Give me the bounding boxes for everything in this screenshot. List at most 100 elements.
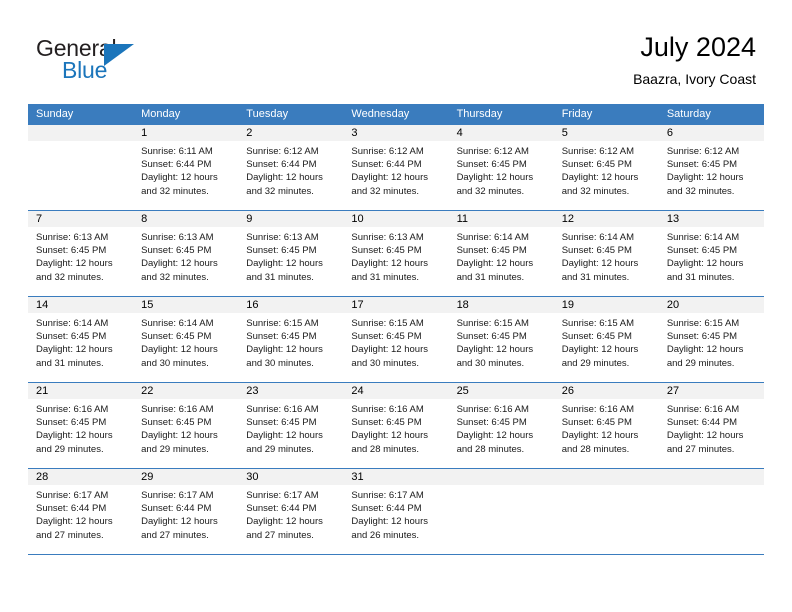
- calendar-day-cell[interactable]: 18 Sunrise: 6:15 AM Sunset: 6:45 PM Dayligh…: [448, 296, 554, 383]
- day-details: Sunrise: 6:15 AM Sunset: 6:45 PM Daylight:…: [343, 313, 448, 370]
- day-number: 27: [658, 383, 764, 399]
- day-details: Sunrise: 6:15 AM Sunset: 6:45 PM Daylight:…: [659, 313, 764, 370]
- sunrise-text: Sunrise: 6:15 AM: [666, 318, 740, 329]
- daylight-text-line1: Daylight: 12 hours: [351, 430, 428, 442]
- calendar-day-cell[interactable]: 20 Sunrise: 6:15 AM Sunset: 6:45 PM Dayligh…: [658, 296, 764, 383]
- calendar-day-cell[interactable]: 15 Sunrise: 6:14 AM Sunset: 6:45 PM Dayligh…: [133, 296, 239, 383]
- day-number: [448, 469, 554, 485]
- day-number: 26: [553, 383, 659, 399]
- triangle-icon: [104, 44, 134, 66]
- sunset-text: Sunset: 6:44 PM: [141, 503, 212, 515]
- calendar-day-cell[interactable]: 26 Sunrise: 6:16 AM Sunset: 6:45 PM Dayligh…: [553, 382, 659, 469]
- daylight-text-line1: Daylight: 12 hours: [666, 258, 744, 270]
- day-details: Sunrise: 6:16 AM Sunset: 6:45 PM Daylight:…: [554, 399, 659, 456]
- day-details: Sunrise: 6:14 AM Sunset: 6:45 PM Daylight:…: [554, 227, 659, 284]
- calendar-day-cell[interactable]: 12 Sunrise: 6:14 AM Sunset: 6:45 PM Dayligh…: [553, 210, 659, 297]
- day-details: Sunrise: 6:16 AM Sunset: 6:45 PM Daylight:…: [238, 399, 343, 456]
- daylight-text-line1: Daylight: 12 hours: [561, 430, 639, 442]
- calendar-day-cell[interactable]: 23 Sunrise: 6:16 AM Sunset: 6:45 PM Dayligh…: [238, 382, 344, 469]
- sunset-text: Sunset: 6:45 PM: [36, 417, 107, 429]
- calendar-day-cell[interactable]: 19 Sunrise: 6:15 AM Sunset: 6:45 PM Dayligh…: [553, 296, 659, 383]
- sunset-text: Sunset: 6:45 PM: [351, 245, 422, 257]
- day-number: 8: [133, 211, 239, 227]
- daylight-text-line2: and 32 minutes.: [246, 185, 314, 197]
- calendar-cell-empty: [658, 468, 764, 555]
- day-details: Sunrise: 6:14 AM Sunset: 6:45 PM Daylight:…: [659, 227, 764, 284]
- calendar-day-cell[interactable]: 21 Sunrise: 6:16 AM Sunset: 6:45 PM Dayligh…: [28, 382, 134, 469]
- calendar-day-cell[interactable]: 25 Sunrise: 6:16 AM Sunset: 6:45 PM Dayligh…: [448, 382, 554, 469]
- calendar-day-cell[interactable]: 11 Sunrise: 6:14 AM Sunset: 6:45 PM Dayligh…: [448, 210, 554, 297]
- sunset-text: Sunset: 6:45 PM: [246, 331, 317, 343]
- sunset-text: Sunset: 6:44 PM: [351, 503, 422, 515]
- day-details: Sunrise: 6:16 AM Sunset: 6:45 PM Daylight:…: [133, 399, 238, 456]
- daylight-text-line2: and 29 minutes.: [561, 357, 630, 369]
- sunrise-text: Sunrise: 6:14 AM: [456, 232, 529, 243]
- calendar-day-cell[interactable]: 3 Sunrise: 6:12 AM Sunset: 6:44 PM Daylight…: [343, 125, 449, 211]
- calendar-cell-empty: [28, 125, 134, 211]
- sunrise-text: Sunrise: 6:12 AM: [456, 146, 529, 157]
- day-details: Sunrise: 6:12 AM Sunset: 6:45 PM Daylight:…: [554, 141, 659, 198]
- calendar-day-cell[interactable]: 2 Sunrise: 6:12 AM Sunset: 6:44 PM Daylight…: [238, 125, 344, 211]
- daylight-text-line2: and 27 minutes.: [141, 529, 209, 541]
- weekday-header-tuesday: Tuesday: [238, 104, 344, 125]
- calendar-day-cell[interactable]: 14 Sunrise: 6:14 AM Sunset: 6:45 PM Dayligh…: [28, 296, 134, 383]
- sunset-text: Sunset: 6:45 PM: [561, 245, 632, 257]
- day-number: 11: [448, 211, 554, 227]
- sunrise-text: Sunrise: 6:15 AM: [561, 318, 635, 329]
- calendar-day-cell[interactable]: 29 Sunrise: 6:17 AM Sunset: 6:44 PM Dayligh…: [133, 468, 239, 555]
- day-details: Sunrise: 6:15 AM Sunset: 6:45 PM Daylight:…: [554, 313, 659, 370]
- daylight-text-line2: and 31 minutes.: [561, 271, 630, 283]
- calendar-day-cell[interactable]: 8 Sunrise: 6:13 AM Sunset: 6:45 PM Daylight…: [133, 210, 239, 297]
- sunrise-text: Sunrise: 6:15 AM: [351, 318, 424, 329]
- sunrise-text: Sunrise: 6:11 AM: [141, 146, 213, 157]
- calendar-day-cell[interactable]: 27 Sunrise: 6:16 AM Sunset: 6:44 PM Dayligh…: [658, 382, 764, 469]
- calendar-day-cell[interactable]: 1 Sunrise: 6:11 AM Sunset: 6:44 PM Daylight…: [133, 125, 239, 211]
- daylight-text-line2: and 32 minutes.: [36, 271, 104, 283]
- calendar-day-cell[interactable]: 24 Sunrise: 6:16 AM Sunset: 6:45 PM Dayligh…: [343, 382, 449, 469]
- sunrise-text: Sunrise: 6:14 AM: [141, 318, 214, 329]
- sunrise-text: Sunrise: 6:13 AM: [246, 232, 319, 243]
- daylight-text-line1: Daylight: 12 hours: [666, 344, 744, 356]
- calendar-day-cell[interactable]: 28 Sunrise: 6:17 AM Sunset: 6:44 PM Dayligh…: [28, 468, 134, 555]
- calendar-day-cell[interactable]: 31 Sunrise: 6:17 AM Sunset: 6:44 PM Dayligh…: [343, 468, 449, 555]
- daylight-text-line2: and 32 minutes.: [666, 185, 735, 197]
- day-number: 6: [658, 125, 764, 141]
- sunrise-text: Sunrise: 6:13 AM: [351, 232, 424, 243]
- daylight-text-line1: Daylight: 12 hours: [141, 430, 218, 442]
- day-number: 14: [28, 297, 134, 313]
- weekday-header-monday: Monday: [133, 104, 239, 125]
- day-number: 12: [553, 211, 659, 227]
- sunset-text: Sunset: 6:45 PM: [141, 417, 212, 429]
- calendar-day-cell[interactable]: 13 Sunrise: 6:14 AM Sunset: 6:45 PM Dayligh…: [658, 210, 764, 297]
- day-details: Sunrise: 6:12 AM Sunset: 6:45 PM Daylight:…: [449, 141, 554, 198]
- calendar-day-cell[interactable]: 9 Sunrise: 6:13 AM Sunset: 6:45 PM Daylight…: [238, 210, 344, 297]
- calendar-day-cell[interactable]: 10 Sunrise: 6:13 AM Sunset: 6:45 PM Dayligh…: [343, 210, 449, 297]
- calendar-day-cell[interactable]: 7 Sunrise: 6:13 AM Sunset: 6:45 PM Daylight…: [28, 210, 134, 297]
- brand-name-blue: Blue: [62, 57, 108, 83]
- calendar-day-cell[interactable]: 5 Sunrise: 6:12 AM Sunset: 6:45 PM Daylight…: [553, 125, 659, 211]
- sunset-text: Sunset: 6:45 PM: [36, 331, 107, 343]
- calendar-day-cell[interactable]: 16 Sunrise: 6:15 AM Sunset: 6:45 PM Dayligh…: [238, 296, 344, 383]
- daylight-text-line1: Daylight: 12 hours: [246, 172, 323, 184]
- sunrise-text: Sunrise: 6:16 AM: [351, 404, 424, 415]
- daylight-text-line2: and 31 minutes.: [351, 271, 420, 283]
- day-details: Sunrise: 6:14 AM Sunset: 6:45 PM Daylight:…: [28, 313, 133, 370]
- daylight-text-line2: and 32 minutes.: [456, 185, 525, 197]
- day-number: 23: [238, 383, 344, 399]
- sunrise-text: Sunrise: 6:17 AM: [141, 490, 214, 501]
- calendar-day-cell[interactable]: 17 Sunrise: 6:15 AM Sunset: 6:45 PM Dayligh…: [343, 296, 449, 383]
- daylight-text-line1: Daylight: 12 hours: [141, 258, 218, 270]
- daylight-text-line2: and 26 minutes.: [351, 529, 420, 541]
- day-details: Sunrise: 6:14 AM Sunset: 6:45 PM Daylight:…: [133, 313, 238, 370]
- brand-logo[interactable]: General Blue: [36, 36, 216, 90]
- calendar-day-cell[interactable]: 4 Sunrise: 6:12 AM Sunset: 6:45 PM Daylight…: [448, 125, 554, 211]
- calendar-cell-empty: [553, 468, 659, 555]
- page-subtitle: Baazra, Ivory Coast: [633, 71, 756, 87]
- day-details: Sunrise: 6:16 AM Sunset: 6:45 PM Daylight:…: [343, 399, 448, 456]
- weekday-header-wednesday: Wednesday: [343, 104, 449, 125]
- calendar-day-cell[interactable]: 30 Sunrise: 6:17 AM Sunset: 6:44 PM Dayligh…: [238, 468, 344, 555]
- daylight-text-line1: Daylight: 12 hours: [456, 172, 534, 184]
- sunrise-text: Sunrise: 6:12 AM: [561, 146, 635, 157]
- calendar-day-cell[interactable]: 6 Sunrise: 6:12 AM Sunset: 6:45 PM Daylight…: [658, 125, 764, 211]
- calendar-day-cell[interactable]: 22 Sunrise: 6:16 AM Sunset: 6:45 PM Dayligh…: [133, 382, 239, 469]
